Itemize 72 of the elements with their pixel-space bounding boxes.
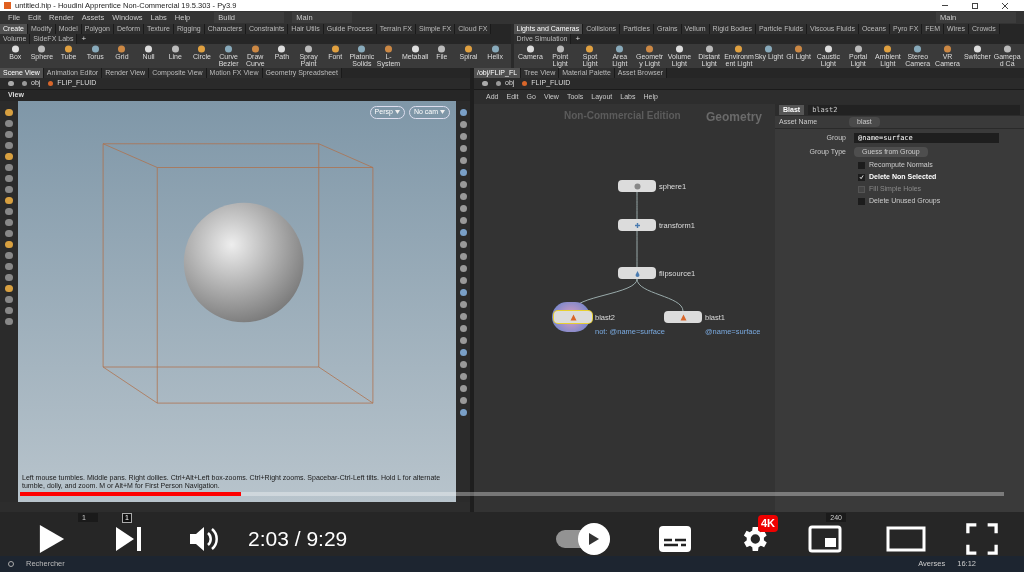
tool-icon (943, 45, 953, 53)
fullscreen-icon[interactable] (966, 523, 998, 555)
tool-icon (437, 45, 447, 53)
progress-track[interactable] (20, 492, 1004, 496)
tool-icon (972, 45, 982, 53)
cone-icon (569, 313, 577, 321)
tool-icon (1002, 45, 1012, 53)
tool-icon (64, 45, 74, 53)
cone-icon (679, 313, 687, 321)
tool-icon (37, 45, 47, 53)
checkbox[interactable] (858, 161, 865, 169)
close-icon[interactable] (1002, 2, 1008, 9)
tool-icon (90, 45, 100, 53)
tool-icon (823, 45, 833, 53)
tool-icon (490, 45, 500, 53)
add-tab-button[interactable]: + (77, 34, 91, 44)
tool-icon (704, 45, 714, 53)
tool-icon (645, 45, 655, 53)
tool-icon (913, 45, 923, 53)
tool-icon (144, 45, 154, 53)
transform-icon (633, 221, 641, 229)
miniplayer-icon[interactable] (808, 525, 842, 553)
checkbox[interactable] (858, 173, 865, 181)
sphere-icon (633, 182, 641, 190)
caret-icon (440, 110, 445, 115)
time-display: 2:03 / 9:29 (248, 526, 348, 553)
tool-icon (615, 45, 625, 53)
tool-icon (764, 45, 774, 53)
play-icon[interactable] (38, 523, 66, 555)
tool-icon (10, 45, 20, 53)
play-icon (588, 532, 600, 546)
tool-icon (794, 45, 804, 53)
tool-icon (410, 45, 420, 53)
add-tab-button[interactable]: + (571, 34, 585, 44)
next-icon[interactable] (114, 525, 144, 553)
network-node[interactable] (618, 267, 656, 279)
tool-icon (853, 45, 863, 53)
network-node[interactable] (554, 311, 592, 323)
tool-icon (224, 45, 234, 53)
wire (636, 230, 638, 268)
tool-icon (585, 45, 595, 53)
volume-icon[interactable] (188, 524, 220, 554)
checkbox[interactable] (858, 197, 865, 205)
tool-icon (525, 45, 535, 53)
tool-icon (357, 45, 367, 53)
tool-icon (734, 45, 744, 53)
tool-icon (197, 45, 207, 53)
tool-icon (304, 45, 314, 53)
tool-icon (250, 45, 260, 53)
tool-icon (330, 45, 340, 53)
tool-icon (117, 45, 127, 53)
tool-icon (277, 45, 287, 53)
tool-icon (883, 45, 893, 53)
network-node[interactable] (618, 219, 656, 231)
wire (636, 278, 684, 312)
network-node[interactable] (618, 180, 656, 192)
restore-icon[interactable] (972, 2, 978, 9)
caret-icon (394, 110, 400, 115)
tool-icon (555, 45, 565, 53)
check-icon (859, 174, 864, 180)
wire (636, 191, 638, 220)
tool-icon (464, 45, 473, 53)
tool-icon (674, 45, 684, 53)
subtitles-icon[interactable] (658, 525, 692, 553)
quality-badge: 4K (758, 515, 779, 532)
app-logo-icon (4, 2, 11, 9)
network-node[interactable] (664, 311, 702, 323)
theater-mode-icon[interactable] (886, 526, 926, 552)
drop-icon (633, 269, 641, 277)
tool-icon (170, 45, 180, 53)
autoplay-toggle[interactable] (556, 523, 612, 555)
tool-icon (384, 45, 393, 53)
